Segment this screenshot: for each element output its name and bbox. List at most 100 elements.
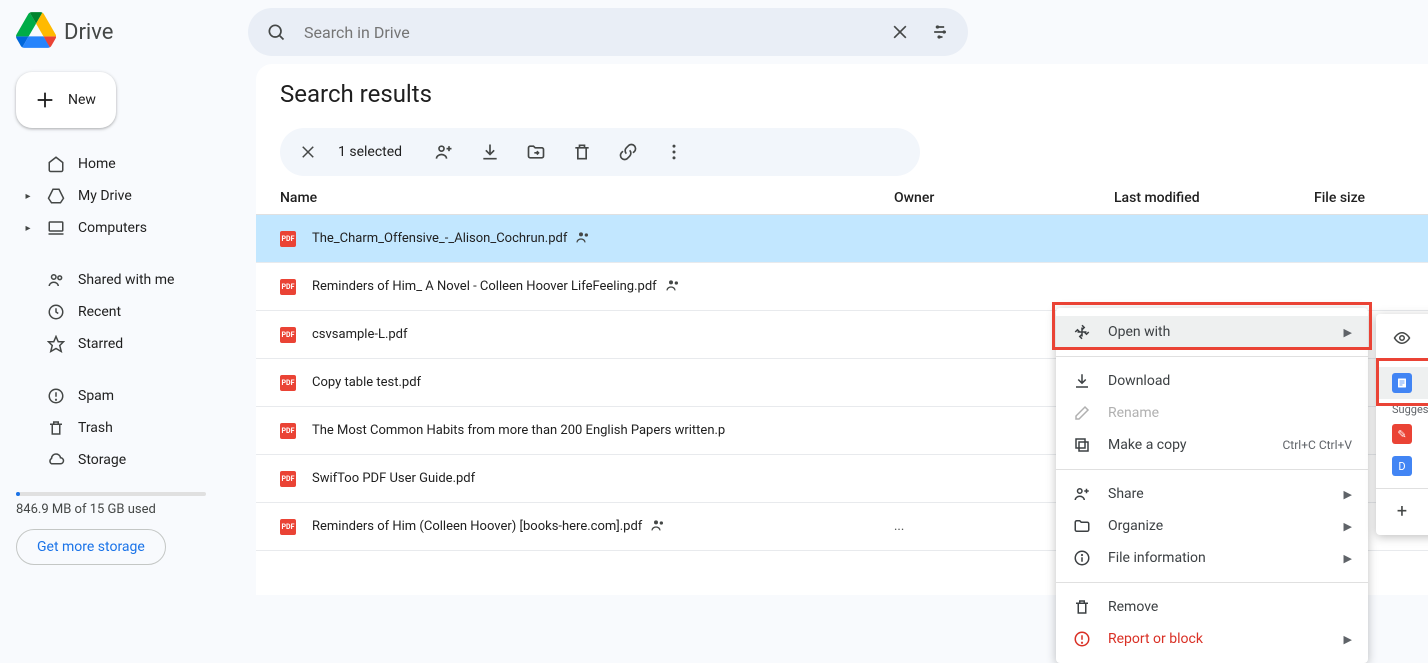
col-name[interactable]: Name — [280, 190, 894, 206]
close-selection-icon[interactable] — [296, 140, 320, 164]
file-name: SwifToo PDF User Guide.pdf — [312, 471, 894, 486]
pdf-icon: PDF — [280, 423, 296, 439]
pdf-icon: PDF — [280, 231, 296, 247]
chevron-right-icon: ▶ — [1344, 633, 1352, 646]
clear-icon[interactable] — [888, 20, 912, 44]
file-row[interactable]: PDF The_Charm_Offensive_-_Alison_Cochrun.… — [256, 215, 1428, 263]
copy-icon — [1072, 435, 1092, 455]
filter-icon[interactable] — [928, 20, 952, 44]
move-icon[interactable] — [524, 140, 548, 164]
sidebar-item-trash[interactable]: Trash — [16, 412, 244, 444]
drive-logo-icon — [16, 10, 56, 54]
new-button[interactable]: New — [16, 72, 116, 128]
open-with-icon — [1072, 322, 1092, 342]
rename-icon — [1072, 403, 1092, 423]
search-input[interactable] — [304, 23, 872, 42]
sub-google-docs[interactable]: Google Docs — [1376, 367, 1428, 399]
new-button-label: New — [68, 92, 96, 108]
report-icon — [1072, 629, 1092, 649]
people-icon — [46, 270, 66, 290]
ctx-download[interactable]: Download — [1056, 365, 1368, 397]
ctx-file-info[interactable]: File information ▶ — [1056, 542, 1368, 574]
selection-bar: 1 selected — [280, 128, 920, 176]
col-owner[interactable]: Owner — [894, 190, 1114, 206]
col-size[interactable]: File size — [1314, 190, 1404, 206]
sidebar-item-shared[interactable]: Shared with me — [16, 264, 244, 296]
pdf-icon: PDF — [280, 375, 296, 391]
plus-icon: + — [1392, 501, 1412, 522]
download-icon — [1072, 371, 1092, 391]
computer-icon — [46, 218, 66, 238]
pdf-icon: PDF — [280, 471, 296, 487]
folder-icon — [1072, 516, 1092, 536]
sidebar: New Home ▸ My Drive ▸ Computers — [0, 64, 256, 595]
content-area: Search results 1 selected Name Owner Las… — [256, 64, 1428, 595]
selection-count: 1 selected — [338, 144, 402, 160]
sidebar-item-starred[interactable]: Starred — [16, 328, 244, 360]
ctx-remove[interactable]: Remove — [1056, 591, 1368, 623]
open-with-submenu: Preview Google Docs Suggested apps ✎ Lum… — [1376, 314, 1428, 535]
clock-icon — [46, 302, 66, 322]
eye-icon — [1392, 329, 1412, 347]
file-name: csvsample-L.pdf — [312, 327, 894, 342]
search-icon[interactable] — [264, 20, 288, 44]
ctx-open-with[interactable]: Open with ▶ — [1056, 316, 1368, 348]
ctx-rename: Rename — [1056, 397, 1368, 429]
more-icon[interactable] — [662, 140, 686, 164]
ctx-make-copy[interactable]: Make a copy Ctrl+C Ctrl+V — [1056, 429, 1368, 461]
sidebar-item-home[interactable]: Home — [16, 148, 244, 180]
logo-area[interactable]: Drive — [16, 10, 240, 54]
storage-text: 846.9 MB of 15 GB used — [16, 502, 244, 517]
sidebar-item-spam[interactable]: Spam — [16, 380, 244, 412]
chevron-right-icon: ▶ — [1344, 326, 1352, 339]
sub-connect[interactable]: + Connect more apps — [1376, 495, 1428, 527]
sidebar-item-storage[interactable]: Storage — [16, 444, 244, 476]
download-icon[interactable] — [478, 140, 502, 164]
storage-bar — [16, 492, 206, 496]
get-storage-button[interactable]: Get more storage — [16, 529, 166, 565]
sidebar-item-computers[interactable]: ▸ Computers — [16, 212, 244, 244]
table-header: Name Owner Last modified File size — [256, 184, 1428, 215]
file-row[interactable]: PDF Reminders of Him_ A Novel - Colleen H… — [256, 263, 1428, 311]
chevron-right-icon: ▸ — [22, 223, 34, 234]
file-name: Reminders of Him (Colleen Hoover) [books… — [312, 517, 894, 537]
chevron-right-icon: ▶ — [1344, 520, 1352, 533]
context-menu: Open with ▶ Download Rename Make a copy … — [1056, 308, 1368, 663]
info-icon — [1072, 548, 1092, 568]
file-name: The_Charm_Offensive_-_Alison_Cochrun.pdf — [312, 229, 894, 249]
file-name: Reminders of Him_ A Novel - Colleen Hoov… — [312, 277, 894, 297]
sub-dochub[interactable]: D DocHub - PDF Sign and Edit — [1376, 450, 1428, 482]
pdf-icon: PDF — [280, 279, 296, 295]
sidebar-item-recent[interactable]: Recent — [16, 296, 244, 328]
dochub-icon: D — [1392, 456, 1412, 476]
spam-icon — [46, 386, 66, 406]
page-title: Search results — [256, 80, 1428, 120]
sidebar-item-my-drive[interactable]: ▸ My Drive — [16, 180, 244, 212]
suggested-apps-header: Suggested apps — [1376, 399, 1428, 418]
share-icon[interactable] — [432, 140, 456, 164]
ctx-share[interactable]: Share ▶ — [1056, 478, 1368, 510]
trash-icon — [46, 418, 66, 438]
sub-lumin[interactable]: ✎ Lumin PDF - Edit or Sign Documents — [1376, 418, 1428, 450]
lumin-icon: ✎ — [1392, 424, 1412, 444]
sub-preview[interactable]: Preview — [1376, 322, 1428, 354]
col-modified[interactable]: Last modified — [1114, 190, 1314, 206]
cloud-icon — [46, 450, 66, 470]
ctx-report[interactable]: Report or block ▶ — [1056, 623, 1368, 655]
chevron-right-icon: ▶ — [1344, 552, 1352, 565]
ctx-organize[interactable]: Organize ▶ — [1056, 510, 1368, 542]
google-docs-icon — [1392, 373, 1412, 393]
delete-icon[interactable] — [570, 140, 594, 164]
search-bar[interactable] — [248, 8, 968, 56]
file-name: The Most Common Habits from more than 20… — [312, 423, 894, 438]
share-icon — [1072, 484, 1092, 504]
app-name: Drive — [64, 20, 113, 45]
link-icon[interactable] — [616, 140, 640, 164]
trash-icon — [1072, 597, 1092, 617]
drive-icon — [46, 186, 66, 206]
pdf-icon: PDF — [280, 327, 296, 343]
topbar: Drive — [0, 0, 1428, 64]
chevron-right-icon: ▶ — [1344, 488, 1352, 501]
shared-icon — [575, 229, 591, 249]
star-icon — [46, 334, 66, 354]
